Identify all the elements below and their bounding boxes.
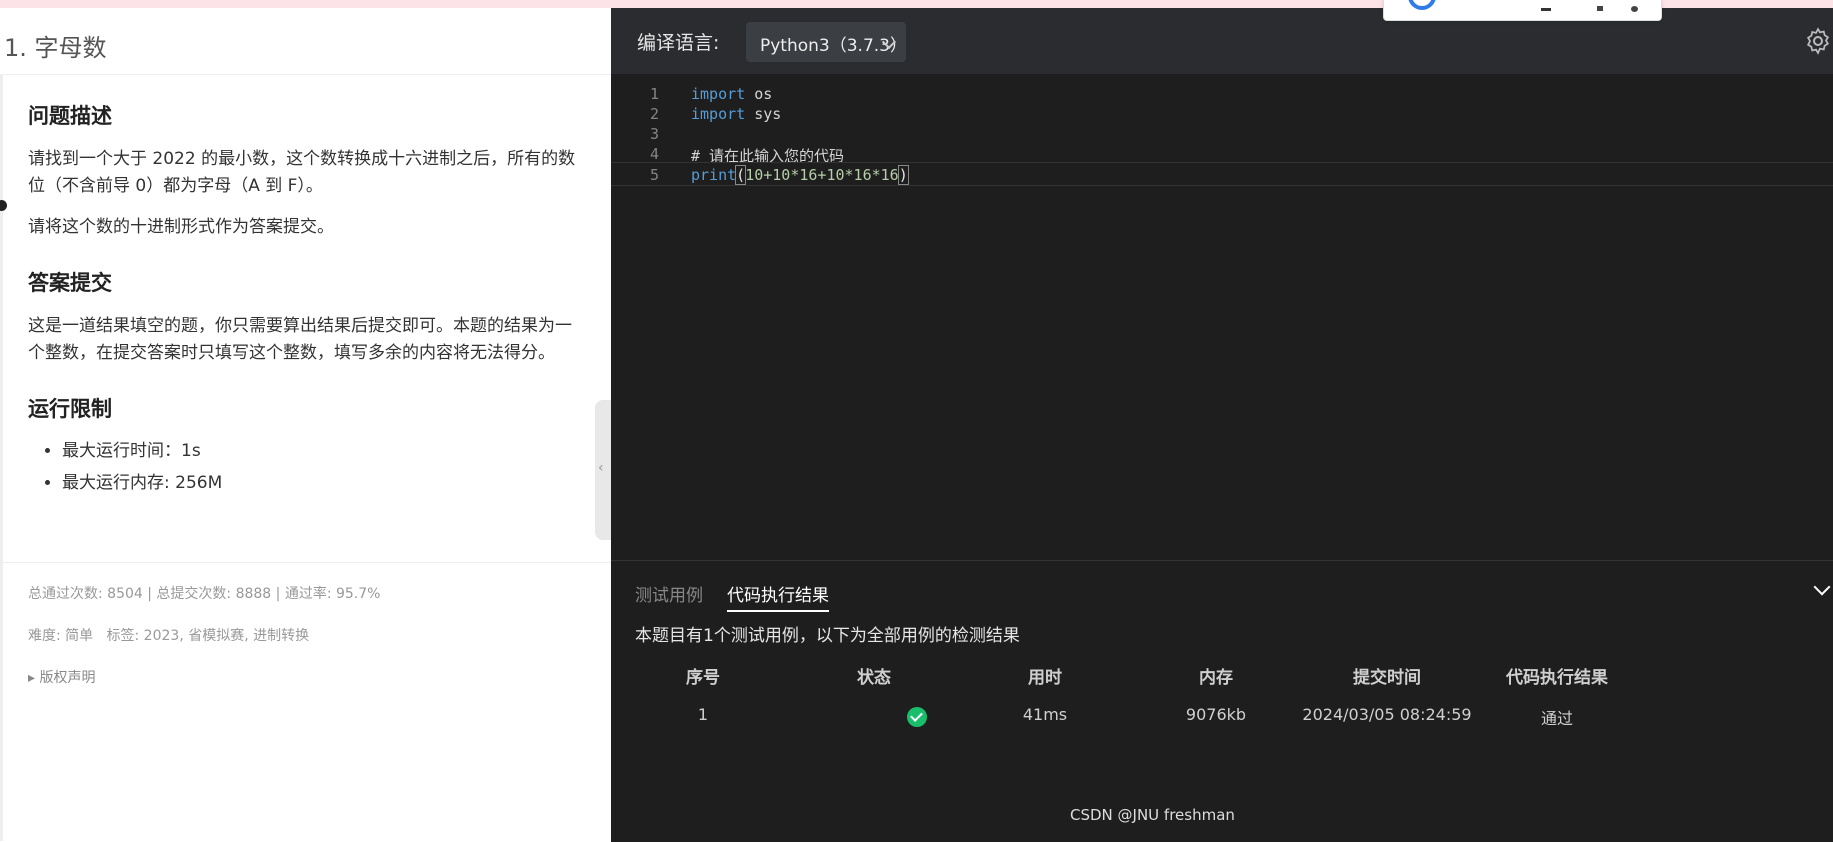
col-index-header: 序号 — [686, 668, 720, 688]
limit-item-memory: 最大运行内存: 256M — [62, 467, 578, 499]
toolbar-dot-icon[interactable] — [1631, 6, 1638, 12]
col-status-header: 状态 — [857, 668, 891, 688]
col-time-header: 用时 — [1028, 668, 1062, 688]
line-number: 2 — [649, 105, 659, 123]
left-edge-bar — [0, 74, 3, 841]
editor-panel: 编译语言: Python3（3.7.3） 1 import os 2 impor… — [611, 8, 1833, 842]
row-submitted: 2024/03/05 08:24:59 — [1302, 705, 1472, 724]
problem-meta: 难度: 简单 标签: 2023, 省模拟赛, 进制转换 — [28, 628, 310, 644]
bracket-token: ( — [735, 165, 747, 185]
edge-dot-icon[interactable] — [0, 200, 7, 211]
expression-token: 10+10*16+10*16*16 — [745, 166, 899, 184]
row-memory: 9076kb — [1185, 705, 1247, 724]
keyword-token: import — [691, 105, 746, 123]
language-select[interactable]: Python3（3.7.3） — [746, 22, 907, 62]
language-label: 编译语言: — [637, 32, 720, 54]
app-logo-icon — [1408, 0, 1436, 10]
watermark-text: CSDN @JNU freshman — [1070, 806, 1235, 824]
minimize-icon[interactable] — [1541, 8, 1551, 11]
panel-collapse-handle[interactable]: ‹ — [595, 400, 611, 540]
col-submitted-header: 提交时间 — [1353, 668, 1421, 688]
function-token: print — [691, 166, 737, 184]
problem-title: 1. 字母数 — [4, 34, 107, 62]
gear-icon[interactable] — [1803, 26, 1833, 56]
desc-heading: 问题描述 — [28, 104, 112, 128]
row-time: 41ms — [1022, 705, 1068, 724]
line-number: 3 — [649, 125, 659, 143]
identifier-token: sys — [745, 105, 782, 123]
code-editor[interactable]: 1 import os 2 import sys 3 4 # 请在此输入您的代码… — [611, 74, 1833, 560]
line-number: 5 — [649, 166, 659, 184]
toolbar-icon[interactable] — [1597, 6, 1603, 11]
code-text: import sys — [691, 105, 781, 123]
code-text: print(10+10*16+10*16*16) — [691, 165, 909, 185]
row-result: 通过 — [1540, 709, 1573, 728]
collapse-chevron-icon[interactable] — [1813, 578, 1831, 596]
tab-execution-result[interactable]: 代码执行结果 — [727, 581, 829, 612]
line-number: 1 — [649, 85, 659, 103]
chevron-left-icon: ‹ — [598, 460, 604, 476]
limit-item-time: 最大运行时间：1s — [62, 435, 578, 467]
line-number: 4 — [649, 145, 659, 163]
problem-panel: 1. 字母数 问题描述 请找到一个大于 2022 的最小数，这个数转换成十六进制… — [0, 8, 611, 841]
code-text: import os — [691, 85, 772, 103]
submission-stats: 总通过次数: 8504 | 总提交次数: 8888 | 通过率: 95.7% — [28, 586, 381, 602]
copyright-toggle[interactable]: ▸ 版权声明 — [28, 667, 588, 687]
code-line-active[interactable]: 5 print(10+10*16+10*16*16) — [611, 162, 1833, 186]
floating-toolbar-chip[interactable] — [1383, 0, 1662, 21]
check-circle-icon — [907, 707, 927, 727]
result-summary: 本题目有1个测试用例，以下为全部用例的检测结果 — [635, 626, 1020, 646]
desc-paragraph-1: 请找到一个大于 2022 的最小数，这个数转换成十六进制之后，所有的数位（不含前… — [28, 149, 576, 196]
desc-paragraph-2: 请将这个数的十进制形式作为答案提交。 — [28, 217, 334, 237]
keyword-token: import — [691, 85, 746, 103]
problem-content: 问题描述 请找到一个大于 2022 的最小数，这个数转换成十六进制之后，所有的数… — [28, 100, 578, 499]
identifier-token: os — [745, 85, 773, 103]
submit-paragraph: 这是一道结果填空的题，你只需要算出结果后提交即可。本题的结果为一个整数，在提交答… — [28, 316, 572, 363]
col-result-header: 代码执行结果 — [1506, 668, 1608, 688]
problem-title-bar: 1. 字母数 — [0, 8, 611, 75]
result-panel: 测试用例 代码执行结果 本题目有1个测试用例，以下为全部用例的检测结果 序号 状… — [611, 560, 1833, 842]
submit-heading: 答案提交 — [28, 271, 112, 295]
stats-divider — [0, 562, 611, 563]
tab-test-cases[interactable]: 测试用例 — [635, 581, 703, 606]
bracket-token: ) — [897, 165, 909, 185]
limit-heading: 运行限制 — [28, 397, 112, 421]
row-index: 1 — [697, 705, 709, 724]
limit-list: 最大运行时间：1s 最大运行内存: 256M — [28, 435, 578, 499]
col-memory-header: 内存 — [1199, 668, 1233, 688]
